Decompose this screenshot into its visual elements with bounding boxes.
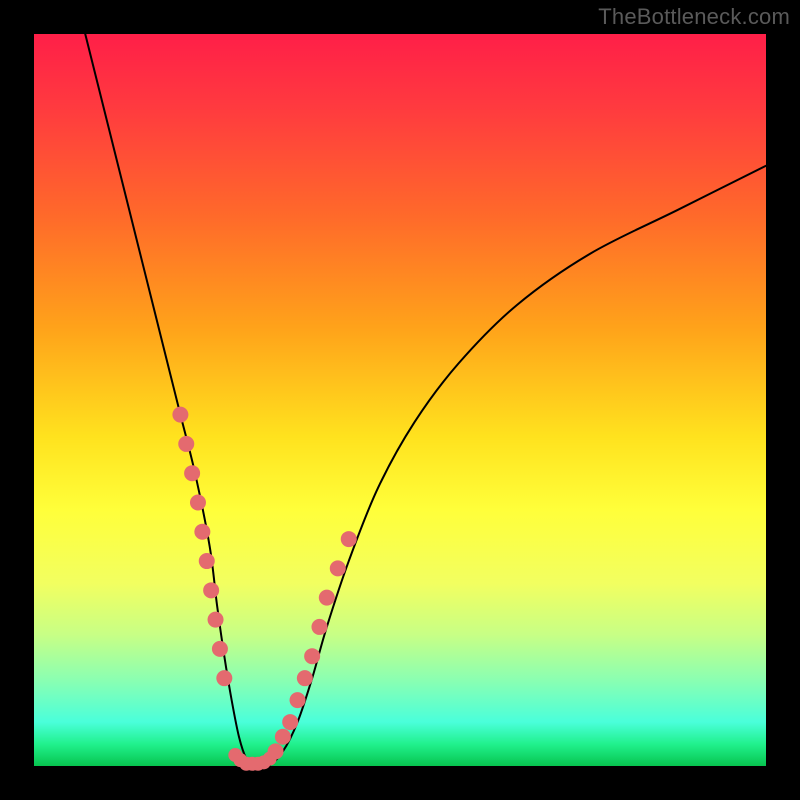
bottleneck-curve [85,34,766,767]
curve-marker [212,641,228,657]
curve-markers [172,407,356,771]
curve-marker [341,531,357,547]
curve-marker [203,582,219,598]
curve-marker [190,494,206,510]
curve-marker [297,670,313,686]
curve-marker [290,692,306,708]
curve-marker [194,524,210,540]
curve-marker [172,407,188,423]
curve-marker [199,553,215,569]
curve-marker [275,729,291,745]
curve-marker [216,670,232,686]
chart-frame: TheBottleneck.com [0,0,800,800]
curve-marker [208,612,224,628]
curve-marker [330,560,346,576]
curve-marker [304,648,320,664]
curve-marker [311,619,327,635]
curve-marker [184,465,200,481]
curve-svg [34,34,766,766]
curve-marker [319,590,335,606]
watermark-text: TheBottleneck.com [598,4,790,30]
curve-marker [263,752,277,766]
curve-marker [178,436,194,452]
plot-area [34,34,766,766]
curve-marker [282,714,298,730]
